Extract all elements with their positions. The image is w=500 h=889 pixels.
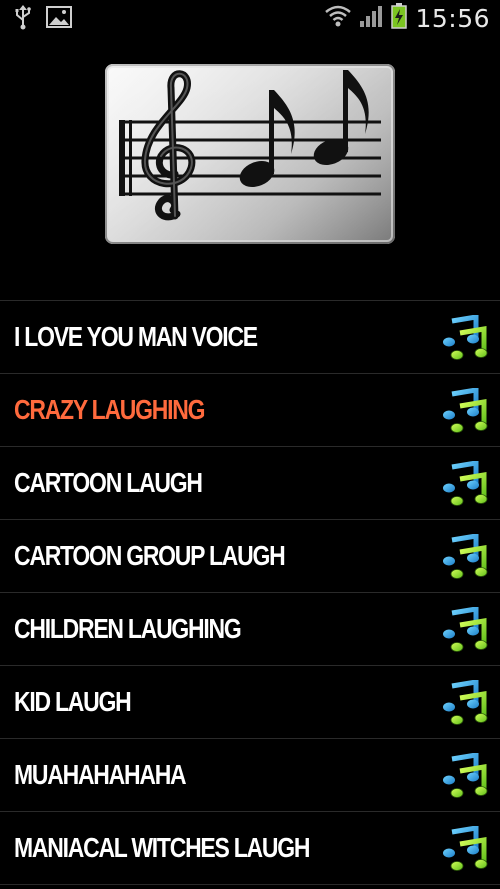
music-notes-icon (442, 460, 488, 507)
sound-list: I LOVE YOU MAN VOICE CRAZY LAUGHING CART… (0, 300, 500, 885)
sound-row[interactable]: CRAZY LAUGHING (0, 373, 500, 446)
usb-icon (14, 4, 32, 35)
sound-row[interactable]: CARTOON LAUGH (0, 446, 500, 519)
wifi-icon (325, 4, 352, 33)
sound-row[interactable]: I LOVE YOU MAN VOICE (0, 300, 500, 373)
sound-label: CRAZY LAUGHING (14, 394, 206, 425)
sound-row[interactable]: CHILDREN LAUGHING (0, 592, 500, 665)
music-notes-icon (442, 606, 488, 653)
sound-label: MUAHAHAHAHA (14, 759, 187, 790)
music-notes-icon (442, 752, 488, 799)
sound-label: CHILDREN LAUGHING (14, 613, 242, 644)
sound-label: KID LAUGH (14, 686, 132, 717)
clock: 15:56 (415, 4, 490, 33)
sound-label: I LOVE YOU MAN VOICE (14, 321, 258, 352)
sound-row[interactable]: MUAHAHAHAHA (0, 738, 500, 811)
music-notes-icon (442, 387, 488, 434)
battery-charging-icon (391, 3, 408, 34)
music-notes-icon (442, 825, 488, 872)
music-notes-icon (442, 679, 488, 726)
image-icon (46, 6, 72, 33)
sound-label: CARTOON GROUP LAUGH (14, 540, 286, 571)
sound-label: CARTOON LAUGH (14, 467, 203, 498)
music-staff-art (105, 64, 395, 244)
status-bar: 15:56 (0, 0, 500, 36)
signal-icon (359, 4, 383, 33)
music-notes-icon (442, 314, 488, 361)
music-notes-icon (442, 533, 488, 580)
sound-row[interactable]: KID LAUGH (0, 665, 500, 738)
sound-label: MANIACAL WITCHES LAUGH (14, 832, 310, 863)
sound-row[interactable]: MANIACAL WITCHES LAUGH (0, 811, 500, 885)
sound-row[interactable]: CARTOON GROUP LAUGH (0, 519, 500, 592)
